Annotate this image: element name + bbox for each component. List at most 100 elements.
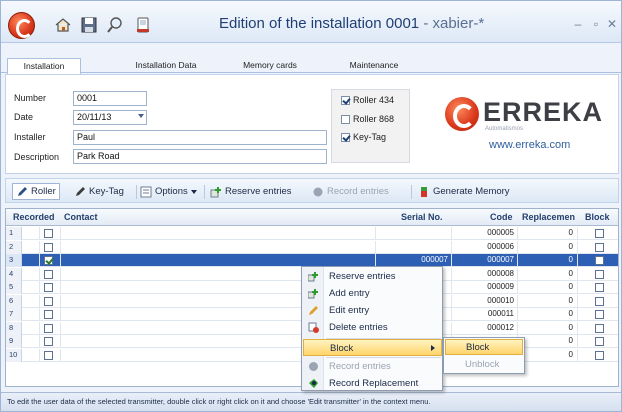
menu-item-edit-entry[interactable]: Edit entry (303, 302, 442, 319)
grid-divider (577, 294, 578, 308)
row-number: 3 (6, 254, 22, 267)
minimize-button[interactable]: – (571, 17, 585, 31)
generate-memory-label: Generate Memory (433, 186, 510, 197)
memory-icon (421, 186, 427, 197)
recorded-checkbox[interactable] (44, 229, 53, 238)
grid-divider (517, 254, 518, 267)
checkbox[interactable] (341, 132, 350, 142)
col-recorded[interactable]: Recorded (13, 212, 55, 222)
description-field[interactable]: Park Road (73, 149, 327, 164)
block-checkbox[interactable] (595, 283, 604, 292)
recorded-checkbox[interactable] (44, 323, 53, 333)
block-checkbox[interactable] (595, 337, 604, 346)
menu-item-record-entries[interactable]: Record entries (303, 358, 442, 375)
block-checkbox[interactable] (595, 269, 604, 279)
row-number: 6 (6, 294, 22, 308)
search-icon[interactable] (105, 15, 125, 35)
roller-868-option[interactable]: Roller 868 (341, 114, 394, 124)
reserve-entries-button[interactable]: Reserve entries (210, 183, 292, 200)
app-window: Edition of the installation 0001 - xabie… (0, 0, 622, 412)
checkbox[interactable] (341, 114, 350, 124)
menu-label: Record entries (329, 361, 391, 372)
brand-name: ERREKA (483, 97, 604, 127)
add-icon (210, 186, 221, 197)
recorded-checkbox[interactable] (44, 242, 53, 252)
replacement-cell: 0 (568, 228, 573, 237)
block-checkbox[interactable] (595, 242, 604, 252)
table-row[interactable]: 2 000006 0 (6, 240, 618, 254)
serial-cell: 000007 (421, 255, 448, 264)
maximize-button[interactable]: ▫ (589, 17, 603, 31)
replacement-cell: 0 (568, 255, 573, 264)
app-menu-button[interactable] (8, 12, 35, 39)
date-field[interactable]: 20/11/13 (73, 110, 147, 125)
grid-divider (451, 254, 452, 267)
toolbar-divider (411, 185, 412, 199)
block-checkbox[interactable] (595, 296, 604, 306)
generate-memory-button[interactable]: Generate Memory (418, 183, 510, 200)
key-tag-option[interactable]: Key-Tag (341, 132, 386, 142)
close-button[interactable]: ✕ (605, 17, 619, 31)
code-cell: 000006 (487, 241, 514, 251)
col-code[interactable]: Code (490, 212, 513, 222)
recorded-checkbox[interactable] (44, 350, 53, 360)
tab-memory-cards[interactable]: Memory cards (237, 58, 303, 74)
submenu-item-unblock[interactable]: Unblock (445, 357, 523, 373)
table-row[interactable]: 1 000005 0 (6, 227, 618, 240)
record-entries-button[interactable]: Record entries (312, 183, 389, 200)
device-icon[interactable] (133, 15, 153, 35)
chevron-down-icon[interactable] (138, 114, 144, 118)
recorded-checkbox[interactable] (44, 256, 53, 265)
grid-divider (451, 227, 452, 240)
recorded-checkbox[interactable] (44, 310, 53, 319)
installer-label: Installer (14, 132, 46, 142)
col-replacement[interactable]: Replacemen (522, 212, 575, 222)
col-block[interactable]: Block (585, 212, 610, 222)
roller-button[interactable]: Roller (12, 183, 60, 200)
menu-item-delete-entries[interactable]: Delete entries (303, 319, 442, 336)
block-checkbox[interactable] (595, 350, 604, 360)
replacement-cell: 0 (568, 349, 573, 359)
add-icon (308, 272, 318, 282)
col-contact[interactable]: Contact (64, 212, 98, 222)
grid-divider (60, 321, 61, 335)
tab-installation[interactable]: Installation (7, 58, 81, 74)
recorded-checkbox[interactable] (44, 337, 53, 346)
submenu-item-block[interactable]: Block (445, 339, 523, 355)
brand-url[interactable]: www.erreka.com (489, 139, 570, 151)
home-icon[interactable] (53, 15, 73, 35)
grid-divider (517, 321, 518, 335)
key-tag-button[interactable]: Key-Tag (74, 183, 124, 200)
menu-item-record-replacement[interactable]: Record Replacement (303, 375, 442, 392)
status-bar: To edit the user data of the selected tr… (1, 392, 621, 411)
grid-divider (60, 294, 61, 308)
context-menu: Reserve entries Add entry Edit entry Del… (301, 266, 443, 391)
grid-divider (60, 267, 61, 281)
title-user: - xabier-* (419, 15, 485, 32)
block-checkbox[interactable] (595, 256, 604, 265)
menu-item-reserve-entries[interactable]: Reserve entries (303, 268, 442, 285)
recorded-checkbox[interactable] (44, 269, 53, 279)
menu-item-block[interactable]: Block (303, 339, 442, 356)
tab-installation-data[interactable]: Installation Data (123, 58, 209, 74)
block-checkbox[interactable] (595, 310, 604, 319)
tab-maintenance[interactable]: Maintenance (343, 58, 405, 74)
col-serial[interactable]: Serial No. (401, 212, 443, 222)
block-checkbox[interactable] (595, 323, 604, 333)
grid-divider (517, 267, 518, 281)
number-field[interactable]: 0001 (73, 91, 147, 106)
recorded-checkbox[interactable] (44, 283, 53, 292)
menu-item-add-entry[interactable]: Add entry (303, 285, 442, 302)
menu-label: Add entry (329, 288, 370, 299)
checkbox[interactable] (341, 95, 350, 105)
grid-divider (39, 308, 40, 321)
row-number: 7 (6, 308, 22, 321)
roller-434-option[interactable]: Roller 434 (341, 95, 394, 105)
save-icon[interactable] (79, 15, 99, 35)
record-icon (309, 362, 318, 371)
block-checkbox[interactable] (595, 229, 604, 238)
recorded-checkbox[interactable] (44, 296, 53, 306)
installer-field[interactable]: Paul (73, 130, 327, 145)
options-dropdown[interactable]: Options (140, 183, 197, 200)
key-tag-label: Key-Tag (353, 132, 387, 142)
